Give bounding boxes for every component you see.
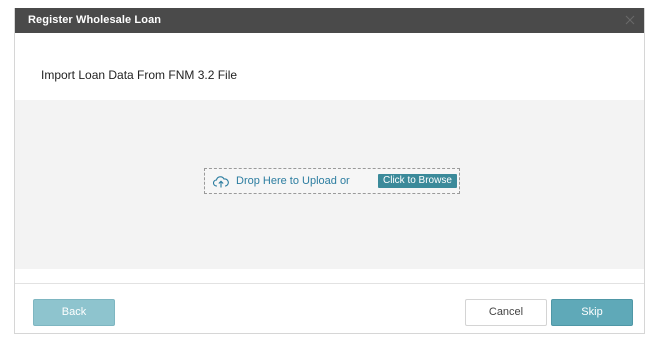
close-icon[interactable] <box>622 12 638 28</box>
cloud-upload-icon <box>213 175 229 188</box>
footer-divider <box>15 283 644 284</box>
drop-instruction-text: Drop Here to Upload or <box>236 175 350 187</box>
dialog-header: Register Wholesale Loan <box>15 8 644 33</box>
dialog-title: Register Wholesale Loan <box>28 14 162 26</box>
skip-button[interactable]: Skip <box>551 299 633 326</box>
cancel-button[interactable]: Cancel <box>465 299 547 326</box>
file-drop-zone[interactable]: Drop Here to Upload or Click to Browse <box>204 168 460 194</box>
register-wholesale-loan-dialog: Register Wholesale Loan Import Loan Data… <box>14 8 645 334</box>
browse-button[interactable]: Click to Browse <box>378 174 457 188</box>
section-title: Import Loan Data From FNM 3.2 File <box>41 68 238 82</box>
upload-area: Drop Here to Upload or Click to Browse <box>15 100 644 269</box>
back-button[interactable]: Back <box>33 299 115 326</box>
